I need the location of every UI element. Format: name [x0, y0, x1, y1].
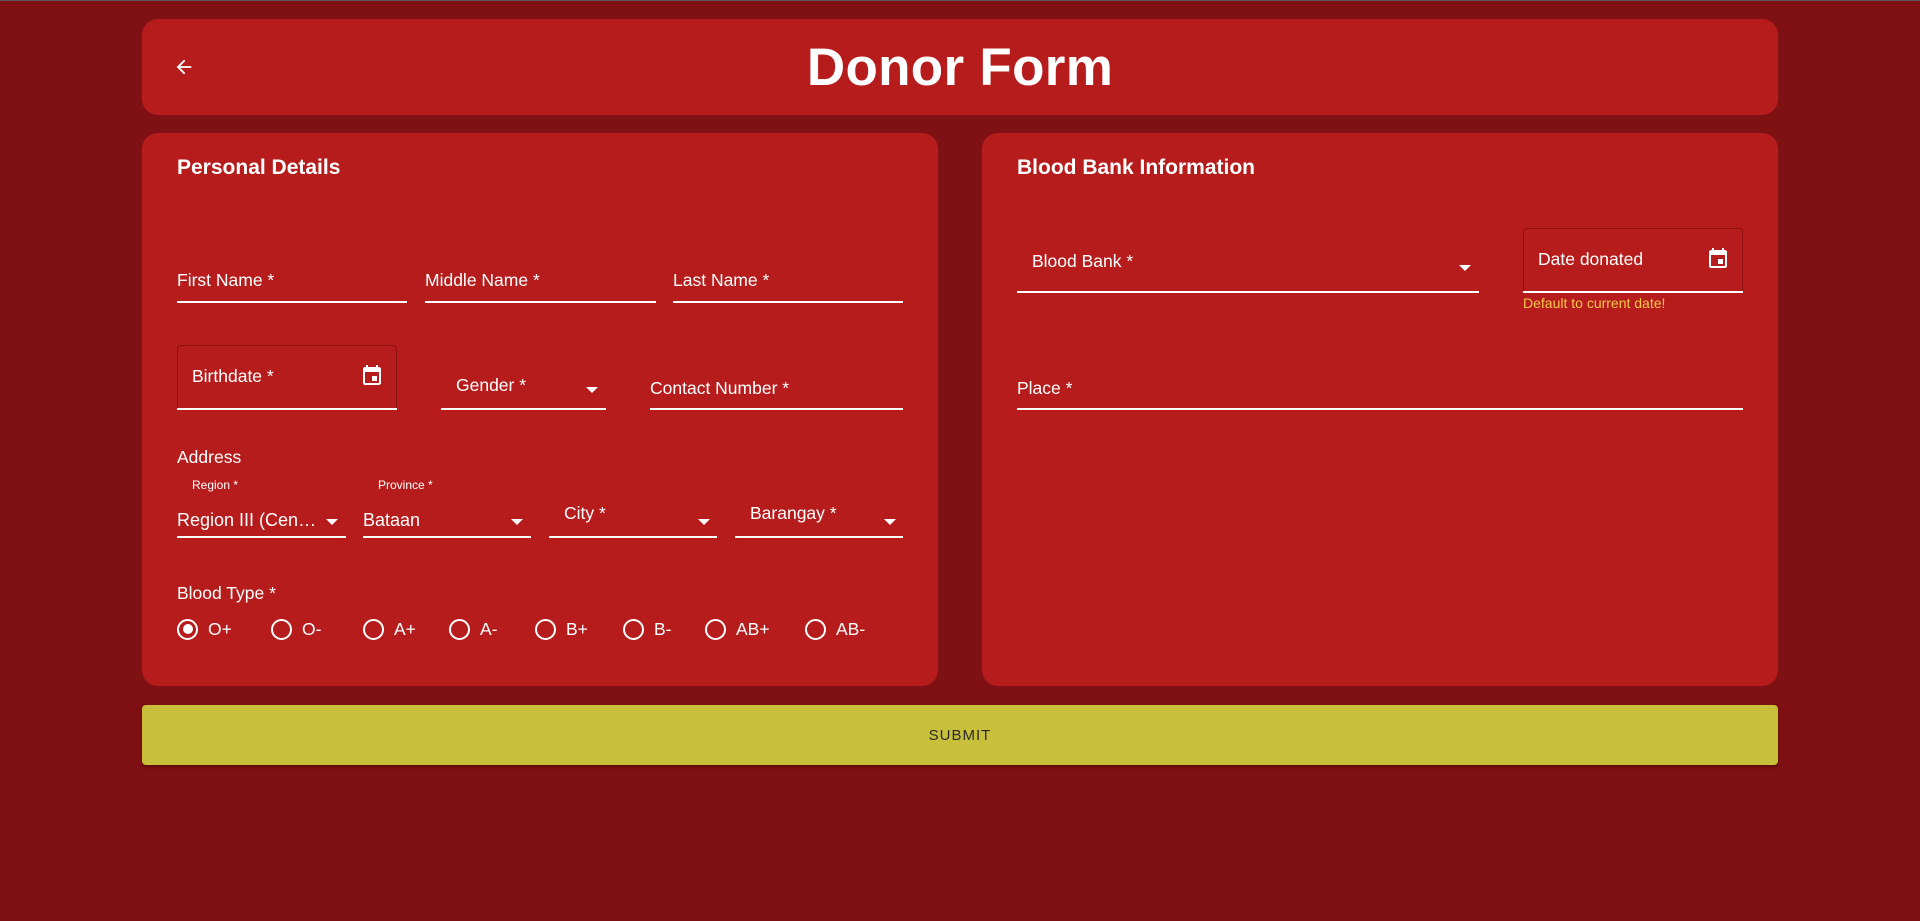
blood-type-radio-opos[interactable]: O+ [177, 614, 232, 644]
page-title: Donor Form [806, 37, 1114, 97]
city-select[interactable]: City * [549, 498, 717, 538]
blood-bank-title: Blood Bank Information [1017, 156, 1255, 179]
chevron-down-icon [1459, 265, 1471, 271]
contact-number-label: Contact Number * [650, 378, 790, 398]
birthdate-field[interactable]: Birthdate * [177, 345, 397, 410]
calendar-icon[interactable] [360, 363, 384, 387]
middle-name-underline [425, 301, 656, 303]
gender-underline [441, 408, 606, 410]
chevron-down-icon [884, 519, 896, 525]
barangay-underline [735, 536, 903, 538]
personal-details-card: Personal Details First Name * Middle Nam… [142, 133, 938, 686]
last-name-field[interactable]: Last Name * [673, 253, 903, 303]
city-underline [549, 536, 717, 538]
last-name-underline [673, 301, 903, 303]
region-value: Region III (Central Luzon) [177, 510, 317, 530]
middle-name-field[interactable]: Middle Name * [425, 253, 656, 303]
address-label: Address [177, 447, 242, 467]
blood-type-radio-abneg[interactable]: AB- [805, 614, 865, 644]
blood-bank-label: Blood Bank * [1032, 251, 1134, 271]
date-donated-label: Date donated [1538, 249, 1644, 269]
city-label: City * [564, 503, 606, 523]
radio-label: B+ [566, 618, 588, 639]
province-label: Province * [378, 478, 433, 492]
blood-type-radio-apos[interactable]: A+ [363, 614, 416, 644]
submit-button[interactable]: SUBMIT [142, 705, 1778, 765]
gender-select[interactable]: Gender * [441, 365, 606, 410]
region-select[interactable]: Region * Region III (Central Luzon) [177, 478, 346, 538]
province-value: Bataan [363, 510, 421, 530]
last-name-label: Last Name * [673, 270, 770, 290]
birthdate-label: Birthdate * [192, 366, 274, 386]
radio-circle-icon [805, 618, 826, 640]
contact-number-underline [650, 408, 903, 410]
blood-type-radio-aneg[interactable]: A- [449, 614, 498, 644]
province-underline [363, 536, 531, 538]
radio-label: A- [480, 618, 498, 639]
header-bar: Donor Form [142, 19, 1778, 115]
radio-circle-icon [535, 618, 556, 640]
middle-name-label: Middle Name * [425, 270, 540, 290]
chevron-down-icon [326, 519, 338, 525]
blood-type-radio-abpos[interactable]: AB+ [705, 614, 770, 644]
personal-details-title: Personal Details [177, 156, 341, 179]
radio-circle-icon [705, 618, 726, 640]
radio-label: O- [302, 618, 322, 639]
place-label: Place * [1017, 378, 1073, 398]
contact-number-field[interactable]: Contact Number * [650, 365, 903, 410]
radio-circle-icon [271, 618, 292, 640]
blood-type-radio-bneg[interactable]: B- [623, 614, 672, 644]
radio-label: O+ [208, 618, 232, 639]
first-name-underline [177, 301, 407, 303]
date-donated-helper: Default to current date! [1523, 295, 1666, 311]
place-field[interactable]: Place * [1017, 365, 1743, 410]
province-select[interactable]: Province * Bataan [363, 478, 531, 538]
radio-circle-icon [177, 618, 198, 640]
radio-label: A+ [394, 618, 416, 639]
blood-bank-card: Blood Bank Information Blood Bank * Date… [982, 133, 1778, 686]
chevron-down-icon [586, 387, 598, 393]
date-donated-underline [1523, 291, 1743, 293]
date-donated-field[interactable]: Date donated [1523, 228, 1743, 293]
barangay-select[interactable]: Barangay * [735, 498, 903, 538]
calendar-icon[interactable] [1706, 246, 1730, 270]
blood-type-radio-bpos[interactable]: B+ [535, 614, 588, 644]
birthdate-underline [177, 408, 397, 410]
blood-bank-select[interactable]: Blood Bank * [1017, 240, 1479, 293]
window-top-border [0, 0, 1920, 1]
radio-circle-icon [363, 618, 384, 640]
region-label: Region * [192, 478, 239, 492]
radio-dot-icon [182, 624, 193, 634]
blood-type-label: Blood Type * [177, 583, 276, 603]
first-name-field[interactable]: First Name * [177, 253, 407, 303]
chevron-down-icon [511, 519, 523, 525]
barangay-label: Barangay * [750, 503, 837, 523]
place-underline [1017, 408, 1743, 410]
blood-type-radio-oneg[interactable]: O- [271, 614, 321, 644]
first-name-label: First Name * [177, 270, 275, 290]
radio-circle-icon [449, 618, 470, 640]
radio-label: B- [654, 618, 672, 639]
region-underline [177, 536, 346, 538]
blood-bank-underline [1017, 291, 1479, 293]
radio-label: AB- [836, 618, 866, 639]
chevron-down-icon [698, 519, 710, 525]
radio-circle-icon [623, 618, 644, 640]
radio-label: AB+ [736, 618, 770, 639]
gender-label: Gender * [456, 375, 527, 395]
